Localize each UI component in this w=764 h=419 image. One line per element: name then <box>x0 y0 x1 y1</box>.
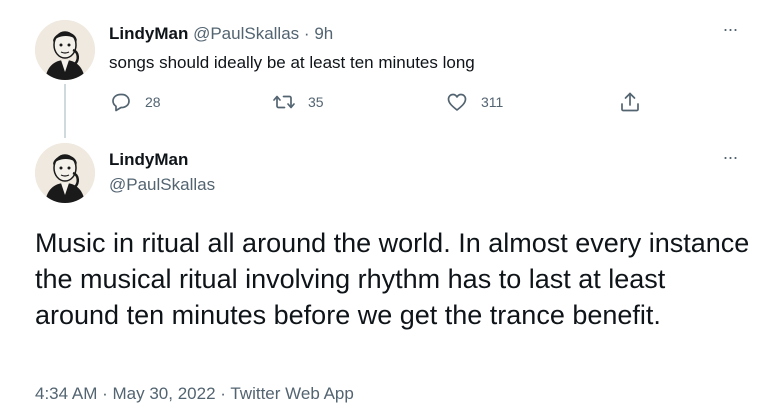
parent-tweet-text: songs should ideally be at least ten min… <box>109 53 475 72</box>
share-button[interactable] <box>618 90 642 114</box>
tweet-meta: 4:34 AM · May 30, 2022 · Twitter Web App <box>35 384 354 404</box>
parent-handle[interactable]: @PaulSkallas <box>193 24 299 43</box>
parent-display-name[interactable]: LindyMan <box>109 24 188 43</box>
parent-timestamp[interactable]: 9h <box>314 24 333 43</box>
retweet-button[interactable]: 35 <box>272 90 324 114</box>
meta-separator-1: · <box>102 384 108 403</box>
reply-icon <box>112 93 130 112</box>
retweet-count: 35 <box>308 94 324 110</box>
main-avatar[interactable] <box>35 143 95 203</box>
user-avatar-icon <box>35 20 95 80</box>
main-tweet-text: Music in ritual all around the world. In… <box>35 228 750 330</box>
parent-tweet-header: LindyMan @PaulSkallas · 9h <box>109 24 333 44</box>
reply-button[interactable]: 28 <box>109 90 161 114</box>
share-icon <box>621 92 639 112</box>
parent-avatar[interactable] <box>35 20 95 80</box>
tweet-date[interactable]: May 30, 2022 <box>113 384 216 403</box>
retweet-icon <box>273 95 295 109</box>
thread-connector-line <box>64 84 66 138</box>
main-display-name[interactable]: LindyMan <box>109 150 188 170</box>
heart-icon <box>447 93 467 111</box>
main-handle[interactable]: @PaulSkallas <box>109 175 215 195</box>
parent-action-bar: 28 35 311 <box>109 90 649 114</box>
like-count: 311 <box>481 94 504 110</box>
meta-separator-2: · <box>220 384 226 403</box>
tweet-thread: LindyMan @PaulSkallas · 9h ··· songs sho… <box>0 0 764 419</box>
parent-tweet[interactable]: LindyMan @PaulSkallas · 9h ··· songs sho… <box>0 0 764 138</box>
user-avatar-icon <box>35 143 95 203</box>
tweet-source[interactable]: Twitter Web App <box>230 384 353 403</box>
like-button[interactable]: 311 <box>445 90 503 114</box>
main-more-options-icon[interactable]: ··· <box>718 148 742 170</box>
reply-count: 28 <box>145 94 161 110</box>
tweet-time[interactable]: 4:34 AM <box>35 384 97 403</box>
parent-more-options-icon[interactable]: ··· <box>718 20 742 42</box>
parent-separator: · <box>303 24 310 43</box>
